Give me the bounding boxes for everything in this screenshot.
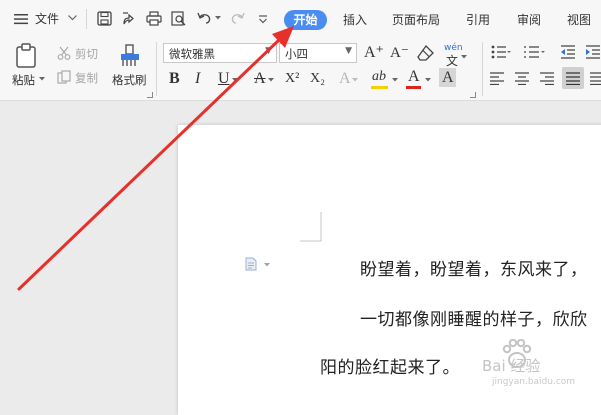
annotation-arrow [17,26,294,291]
